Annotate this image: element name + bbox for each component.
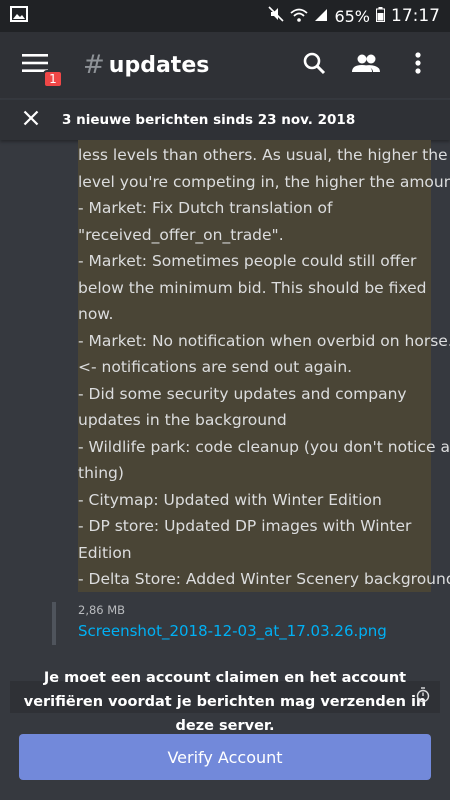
message-line: - Delta Store: Added Winter Scenery back… (78, 570, 450, 588)
new-messages-bar[interactable]: 3 nieuwe berichten sinds 23 nov. 2018 (0, 100, 450, 140)
attachment-bar (52, 602, 56, 645)
claim-account-notice: Je moet een account claimen en het accou… (23, 670, 427, 734)
message-content: less levels than others. As usual, the h… (78, 142, 450, 593)
message-line: - Wildlife park: code cleanup (you don't… (78, 437, 450, 456)
verify-account-button[interactable]: Verify Account (19, 734, 431, 780)
message-line: level you're competing in, the higher th… (78, 172, 450, 191)
battery-level: 65% (334, 6, 370, 26)
status-bar: 65% 17:17 (0, 0, 450, 32)
battery-icon (376, 6, 385, 26)
message-line: - DP store: Updated DP images with Winte… (78, 517, 412, 535)
channel-name: updates (108, 52, 210, 78)
close-icon (23, 110, 39, 130)
message-line: - Market: Fix Dutch translation of (78, 199, 333, 217)
attachment-link[interactable]: Screenshot_2018-12-03_at_17.03.26.png (78, 622, 387, 640)
message-line: thing) (78, 464, 124, 482)
message-line: <- notifications are send out again. (78, 358, 353, 376)
image-icon (10, 6, 28, 26)
message-line: below the minimum bid. This should be fi… (78, 278, 427, 297)
channel-hash-icon: # (83, 50, 105, 80)
message-line: "received_offer_on_trade". (78, 225, 284, 244)
wifi-icon (290, 7, 309, 26)
footer-panel: Je moet een account claimen en het accou… (0, 645, 450, 800)
signal-icon (314, 7, 328, 26)
message-line: updates in the background (78, 411, 287, 429)
dismiss-button[interactable] (0, 110, 62, 130)
members-button[interactable] (350, 49, 382, 81)
message-line: Edition (78, 543, 132, 562)
message-line: now. (78, 305, 114, 323)
more-button[interactable] (402, 49, 434, 81)
message-line: - Market: Sometimes people could still o… (78, 252, 417, 270)
new-messages-text: 3 nieuwe berichten sinds 23 nov. 2018 (62, 112, 356, 128)
search-button[interactable] (298, 49, 330, 81)
status-right: 65% 17:17 (268, 6, 440, 26)
header-actions (298, 49, 434, 81)
message-list[interactable]: less levels than others. As usual, the h… (0, 140, 450, 645)
mute-icon (268, 6, 285, 26)
app-bar: 1 # updates (0, 32, 450, 98)
more-vertical-icon (415, 52, 421, 78)
attachment-size: 2,86 MB (78, 603, 126, 617)
message-line: - Market: No notification when overbid o… (78, 331, 450, 350)
search-icon (302, 51, 326, 79)
message-line: - Citymap: Updated with Winter Edition (78, 490, 382, 509)
timer-icon (416, 687, 430, 707)
message-line: less levels than others. As usual, the h… (78, 146, 448, 164)
message-line: - Did some security updates and company (78, 384, 407, 403)
members-icon (351, 53, 381, 77)
clock: 17:17 (391, 6, 440, 26)
notification-badge: 1 (43, 70, 63, 88)
menu-button[interactable]: 1 (5, 32, 65, 98)
channel-title[interactable]: # updates (83, 50, 298, 80)
